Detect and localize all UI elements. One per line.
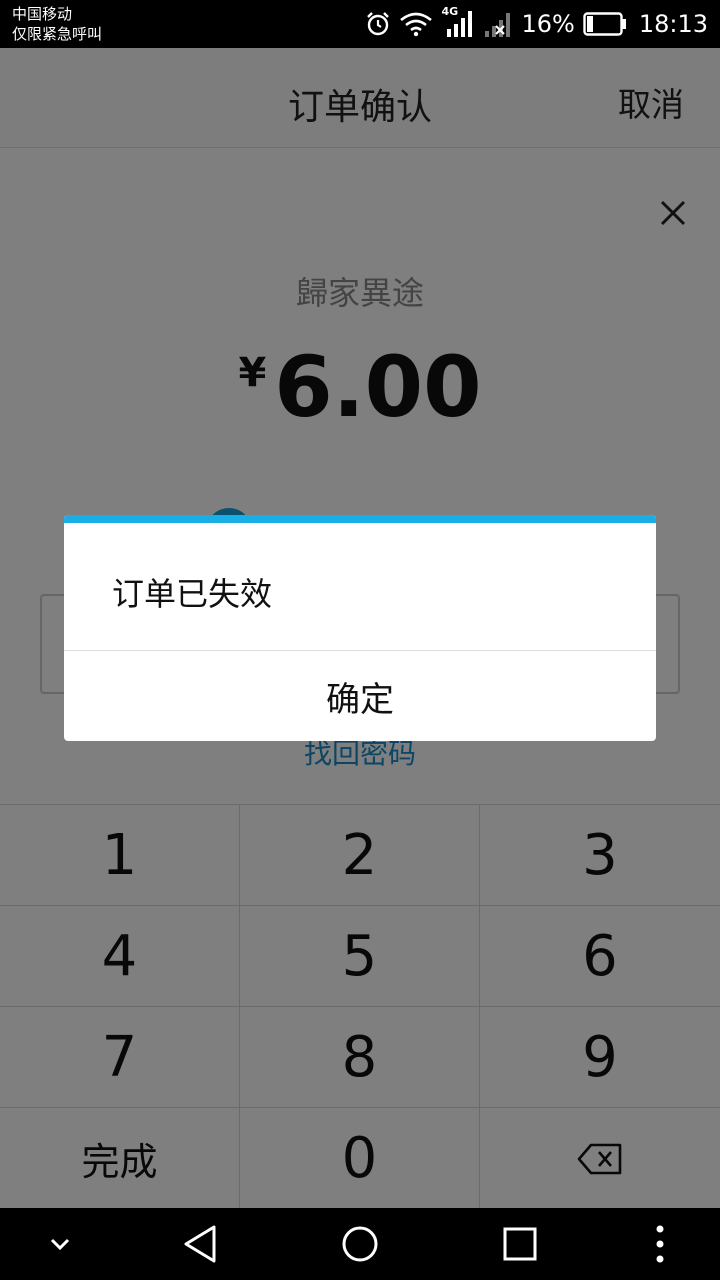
nav-back-button[interactable] xyxy=(170,1208,230,1280)
nav-hide-button[interactable] xyxy=(30,1208,90,1280)
clock: 18:13 xyxy=(638,10,708,38)
alert-dialog: 订单已失效 确定 xyxy=(64,515,656,741)
signal-no-sim-icon xyxy=(485,13,511,37)
nav-more-button[interactable] xyxy=(640,1208,680,1280)
dialog-ok-button[interactable]: 确定 xyxy=(64,651,656,741)
nav-home-button[interactable] xyxy=(330,1208,390,1280)
alarm-icon xyxy=(367,12,390,36)
more-icon xyxy=(656,1225,664,1263)
chevron-down-icon xyxy=(50,1238,70,1251)
battery-icon xyxy=(583,12,626,36)
carrier-info: 中国移动 仅限紧急呼叫 xyxy=(12,4,102,44)
signal-4g-icon: 4G xyxy=(441,5,475,39)
emergency-only-text: 仅限紧急呼叫 xyxy=(12,25,103,43)
battery-percent: 16% xyxy=(521,10,575,38)
dialog-accent-bar xyxy=(64,515,656,523)
recents-icon xyxy=(503,1227,537,1261)
order-confirm-screen: 订单确认 取消 歸家異途 ¥6.00 找回密码 1 2 3 4 5 6 7 8 … xyxy=(0,48,720,1209)
status-bar: 中国移动 仅限紧急呼叫 4G 16% 18:13 xyxy=(0,0,720,48)
wifi-icon xyxy=(400,12,433,37)
status-icons: 4G 16% 18:13 xyxy=(365,5,708,40)
dialog-message: 订单已失效 xyxy=(112,575,273,613)
navigation-bar xyxy=(0,1208,720,1280)
nav-recents-button[interactable] xyxy=(490,1208,550,1280)
home-icon xyxy=(342,1226,378,1262)
back-icon xyxy=(184,1225,216,1263)
carrier-name: 中国移动 xyxy=(12,5,73,23)
